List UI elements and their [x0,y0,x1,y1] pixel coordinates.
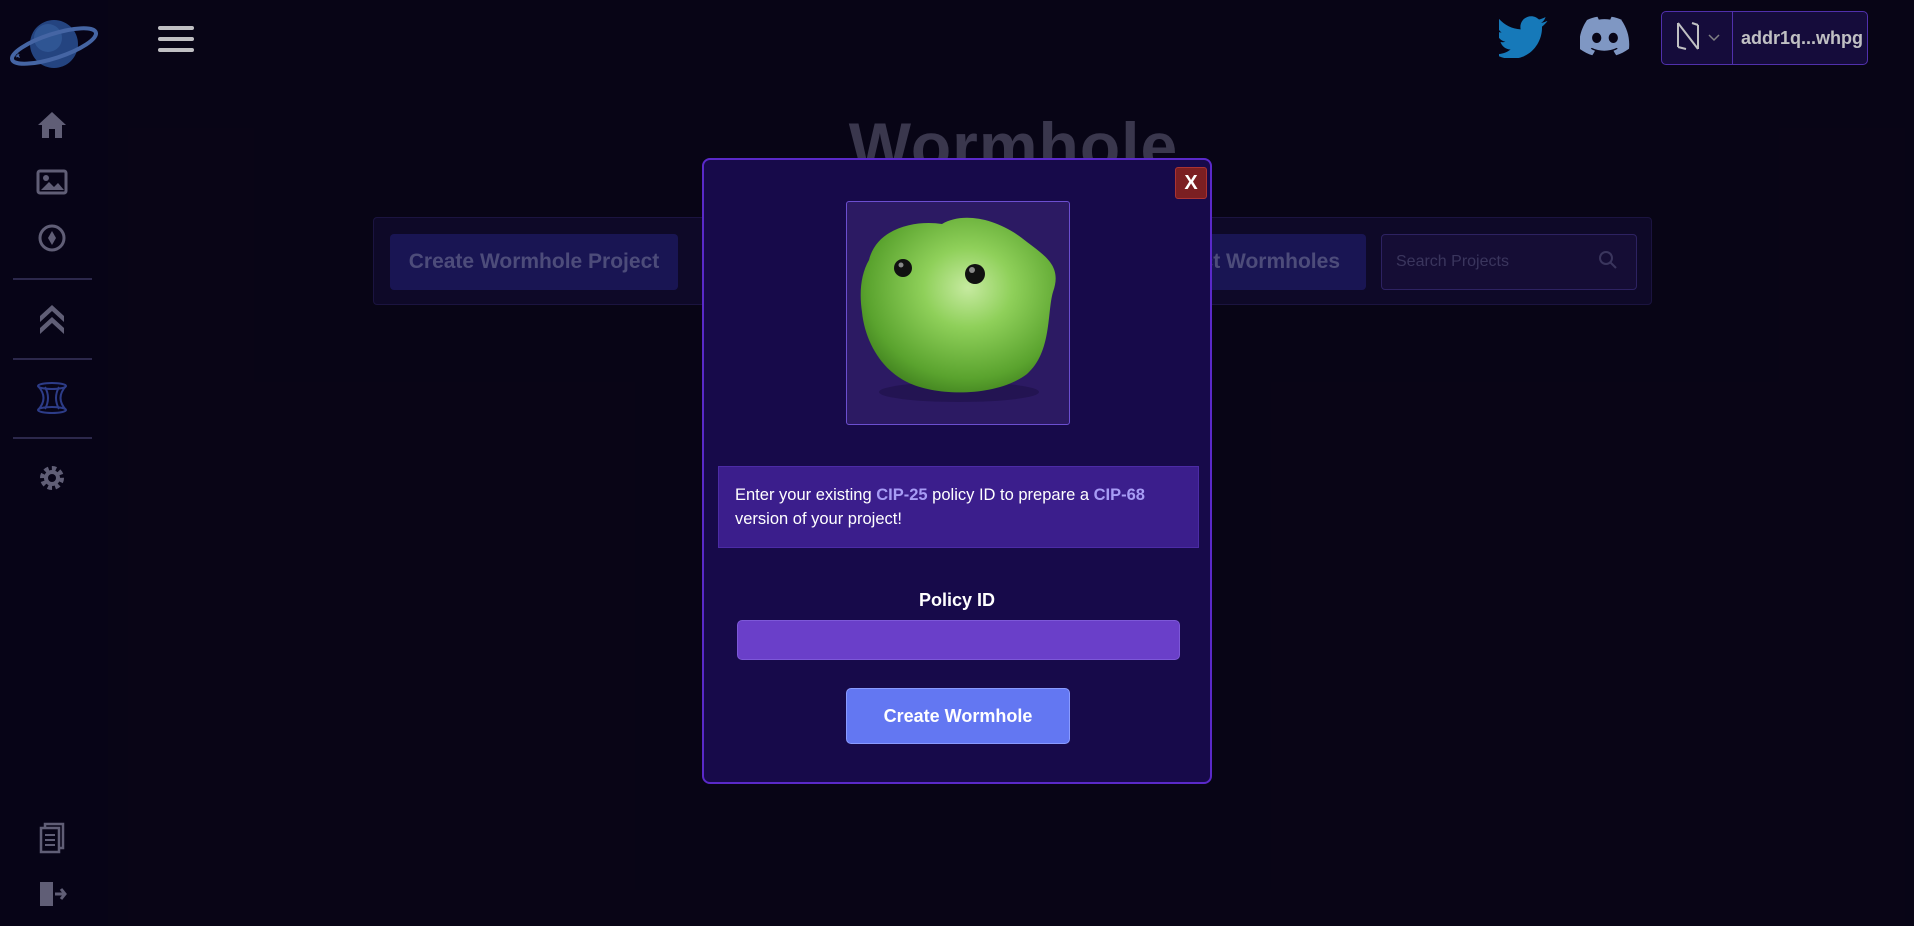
cip68-highlight: CIP-68 [1093,486,1145,504]
create-wormhole-modal: X Enter your existing CIP-25 policy ID t… [702,158,1212,784]
policy-id-input[interactable] [737,620,1180,660]
info-text-prefix: Enter your existing [735,486,877,504]
cip25-highlight: CIP-25 [876,486,928,504]
blob-mascot-image [846,201,1070,425]
close-button[interactable]: X [1175,167,1207,199]
info-message: Enter your existing CIP-25 policy ID to … [718,466,1199,548]
policy-id-label: Policy ID [918,590,996,610]
info-text-suffix: version of your project! [735,510,902,528]
create-wormhole-button[interactable]: Create Wormhole [846,688,1070,744]
info-text-middle: policy ID to prepare a [927,486,1094,504]
